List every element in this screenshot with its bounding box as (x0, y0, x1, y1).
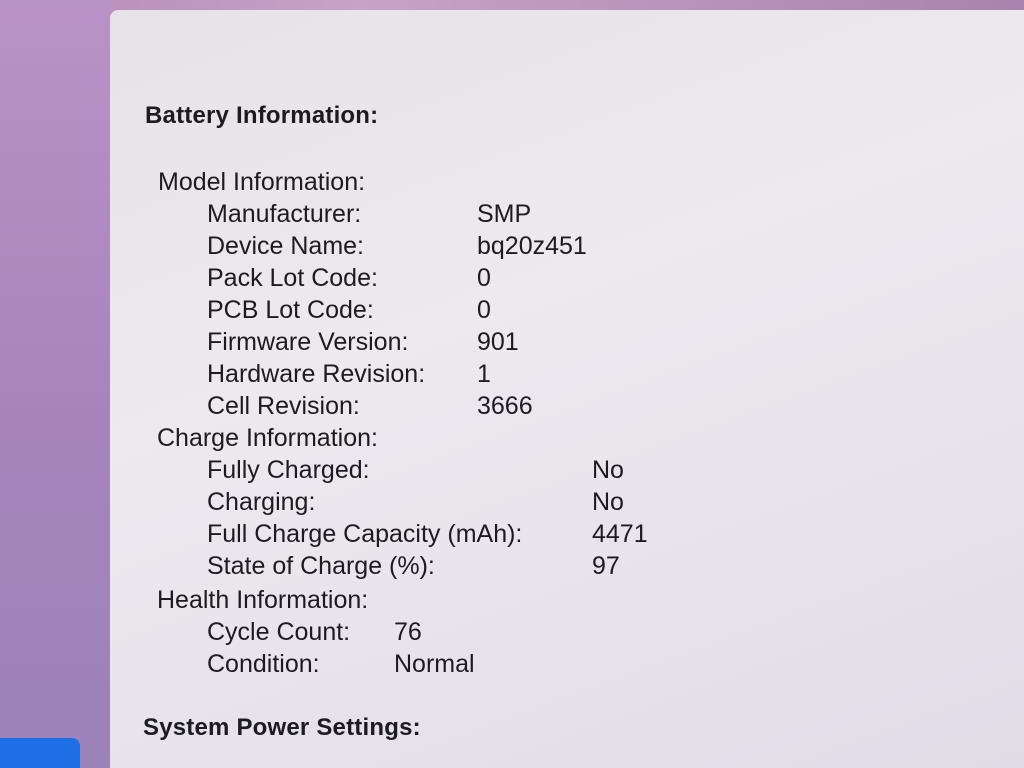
cycle-count-value: 76 (394, 618, 422, 646)
pcb-lot-code-value: 0 (477, 296, 491, 324)
sidebar-selected-item[interactable] (0, 738, 80, 768)
sidebar (0, 0, 112, 768)
charge-information-heading: Charge Information: (157, 424, 378, 452)
pack-lot-code-value: 0 (477, 264, 491, 292)
device-name-value: bq20z451 (477, 232, 587, 260)
full-charge-capacity-value: 4471 (592, 520, 648, 548)
state-of-charge-value: 97 (592, 552, 620, 580)
full-charge-capacity-label: Full Charge Capacity (mAh): (207, 520, 523, 548)
charging-value: No (592, 488, 624, 516)
state-of-charge-label: State of Charge (%): (207, 552, 435, 580)
health-information-heading: Health Information: (157, 586, 369, 614)
manufacturer-label: Manufacturer: (207, 200, 362, 228)
hardware-revision-label: Hardware Revision: (207, 360, 426, 388)
charging-label: Charging: (207, 488, 316, 516)
battery-information-heading: Battery Information: (145, 102, 379, 129)
battery-info-panel: Battery Information: Model Information: … (110, 10, 1024, 768)
pack-lot-code-label: Pack Lot Code: (207, 264, 378, 292)
system-power-settings-heading: System Power Settings: (143, 714, 421, 741)
hardware-revision-value: 1 (477, 360, 491, 388)
cell-revision-value: 3666 (477, 392, 533, 420)
cycle-count-label: Cycle Count: (207, 618, 351, 646)
pcb-lot-code-label: PCB Lot Code: (207, 296, 374, 324)
cell-revision-label: Cell Revision: (207, 392, 360, 420)
fully-charged-label: Fully Charged: (207, 456, 370, 484)
device-name-label: Device Name: (207, 232, 364, 260)
condition-label: Condition: (207, 650, 320, 678)
manufacturer-value: SMP (477, 200, 532, 228)
condition-value: Normal (394, 650, 475, 678)
model-information-heading: Model Information: (158, 168, 366, 196)
firmware-version-value: 901 (477, 328, 519, 356)
firmware-version-label: Firmware Version: (207, 328, 409, 356)
fully-charged-value: No (592, 456, 624, 484)
